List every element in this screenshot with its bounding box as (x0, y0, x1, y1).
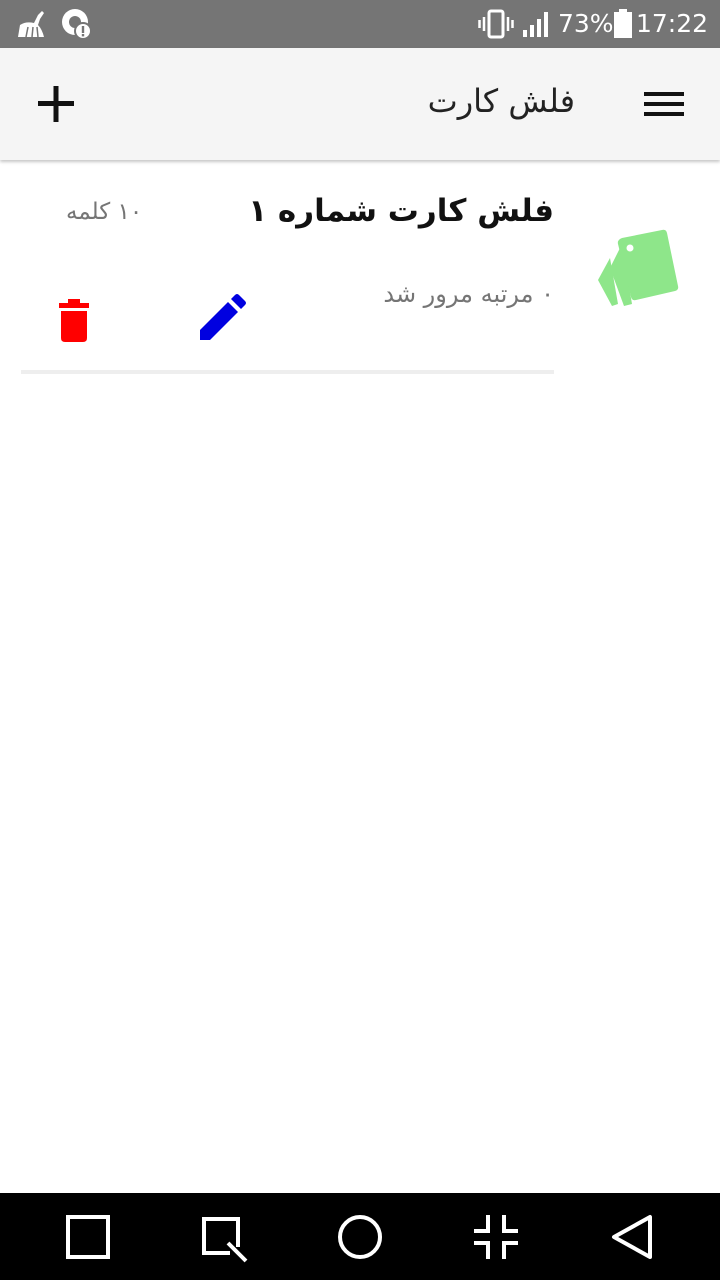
home-icon (338, 1215, 382, 1259)
hamburger-menu-icon (644, 92, 684, 116)
list-item[interactable]: فلش کارت شماره ۱ ۱۰ کلمه ۰ مرتبه مرور شد (0, 160, 720, 375)
trash-icon (59, 299, 89, 342)
plus-icon (38, 86, 74, 122)
navigation-bar (0, 1193, 720, 1280)
status-bar: 73% 17:22 (0, 0, 720, 48)
vibrate-icon (478, 0, 514, 48)
recent-apps-button[interactable] (58, 1207, 118, 1267)
recent-apps-icon (66, 1215, 110, 1259)
edit-button[interactable] (194, 294, 246, 346)
screenshot-icon (202, 1217, 248, 1263)
pencil-icon (200, 294, 246, 340)
signal-icon (522, 0, 552, 48)
cards-icon (592, 228, 682, 310)
menu-button[interactable] (632, 76, 696, 132)
add-button[interactable] (24, 72, 88, 136)
battery-percent: 73% (558, 9, 614, 38)
shrink-button[interactable] (466, 1207, 526, 1267)
divider (21, 370, 554, 374)
delete-button[interactable] (52, 294, 96, 346)
notification-icon (60, 0, 94, 48)
clock: 17:22 (636, 9, 709, 38)
deck-title: فلش کارت شماره ۱ (248, 193, 554, 229)
screenshot-button[interactable] (194, 1207, 254, 1267)
back-icon (612, 1215, 652, 1259)
home-button[interactable] (330, 1207, 390, 1267)
back-button[interactable] (602, 1207, 662, 1267)
app-bar: فلش کارت (0, 48, 720, 160)
deck-word-count: ۱۰ کلمه (66, 199, 143, 225)
shrink-icon (474, 1215, 518, 1259)
cleaner-icon (16, 0, 50, 48)
deck-review-count: ۰ مرتبه مرور شد (383, 280, 554, 308)
page-title: فلش کارت (427, 82, 575, 120)
battery-icon (613, 0, 633, 48)
